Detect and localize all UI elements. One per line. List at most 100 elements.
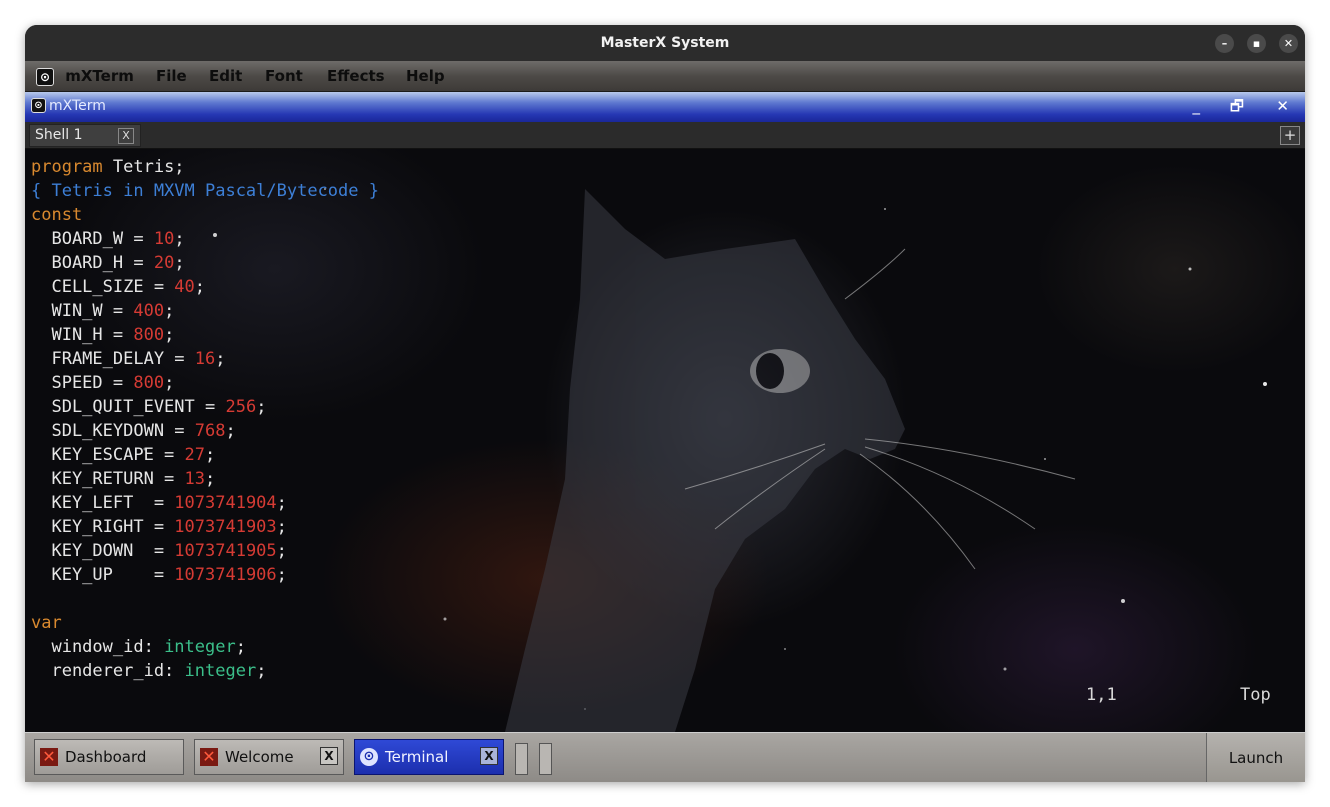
code-token: WIN_W = (31, 301, 134, 321)
code-line: window_id: integer; (31, 635, 379, 659)
code-token: WIN_H = (31, 325, 134, 345)
code-token: ; (225, 421, 236, 441)
maximize-button[interactable]: ▪ (1247, 34, 1266, 53)
code-token: SDL_KEYDOWN = (31, 421, 195, 441)
app-menu-label: mXTerm (65, 67, 134, 85)
taskbar: ✕ Dashboard ✕ Welcome X ⊙ Terminal X Lau… (25, 732, 1305, 782)
taskbar-slot[interactable] (539, 743, 552, 775)
tab-bar: Shell 1 X + (25, 122, 1305, 149)
app-menu[interactable]: ⊙ mXTerm (36, 61, 134, 91)
code-token: ; (164, 325, 175, 345)
code-token: integer (164, 637, 236, 657)
code-line: WIN_W = 400; (31, 299, 379, 323)
menu-file[interactable]: File (156, 61, 187, 91)
window-titlebar[interactable]: MasterX System – ▪ ✕ (25, 25, 1305, 61)
code-line: BOARD_H = 20; (31, 251, 379, 275)
terminal-minimize-button[interactable]: _ (1193, 92, 1201, 120)
terminal-icon: ⊙ (360, 748, 378, 766)
code-token: KEY_LEFT = (31, 493, 175, 513)
terminal-close-button[interactable]: ✕ (1276, 92, 1289, 120)
code-token: KEY_RETURN = (31, 469, 185, 489)
menu-font[interactable]: Font (265, 61, 303, 91)
code-token: SDL_QUIT_EVENT = (31, 397, 226, 417)
code-token: ; (174, 229, 185, 249)
code-token: 10 (153, 229, 175, 249)
task-button-welcome[interactable]: ✕ Welcome X (194, 739, 344, 775)
code-line: CELL_SIZE = 40; (31, 275, 379, 299)
code-token: ; (164, 373, 175, 393)
code-line: SDL_KEYDOWN = 768; (31, 419, 379, 443)
code-token: var (31, 613, 62, 633)
terminal-titlebar[interactable]: ⊙ mXTerm _ 🗗 ✕ (25, 92, 1305, 122)
code-line: SPEED = 800; (31, 371, 379, 395)
scroll-indicator: Top (1240, 685, 1271, 705)
code-token: KEY_RIGHT = (31, 517, 175, 537)
terminal-title: mXTerm (49, 98, 106, 114)
code-token: KEY_ESCAPE = (31, 445, 185, 465)
code-token: { Tetris in MXVM Pascal/Bytecode } (31, 181, 379, 201)
terminal-view[interactable]: program Tetris;{ Tetris in MXVM Pascal/B… (25, 149, 1305, 732)
task-label: Terminal (385, 748, 449, 766)
code-editor[interactable]: program Tetris;{ Tetris in MXVM Pascal/B… (31, 155, 379, 683)
code-token: ; (276, 493, 287, 513)
code-token: CELL_SIZE = (31, 277, 175, 297)
code-token: const (31, 205, 83, 225)
code-token: ; (174, 253, 185, 273)
code-token: 768 (194, 421, 226, 441)
code-token: 256 (225, 397, 257, 417)
code-line: const (31, 203, 379, 227)
code-line: program Tetris; (31, 155, 379, 179)
code-token: ; (256, 397, 267, 417)
code-line: KEY_LEFT = 1073741904; (31, 491, 379, 515)
mxterm-icon: ⊙ (36, 68, 54, 86)
code-token: 1073741906 (174, 565, 277, 585)
code-line: BOARD_W = 10; (31, 227, 379, 251)
app-window: MasterX System – ▪ ✕ ⊙ mXTerm File Edit … (25, 25, 1305, 782)
code-token: 27 (184, 445, 206, 465)
mxterm-icon: ⊙ (31, 98, 46, 113)
task-close-button[interactable]: X (320, 747, 338, 765)
window-title: MasterX System (600, 35, 730, 51)
code-token: ; (256, 661, 267, 681)
task-button-terminal[interactable]: ⊙ Terminal X (354, 739, 504, 775)
tab-close-button[interactable]: X (118, 128, 134, 144)
code-line: WIN_H = 800; (31, 323, 379, 347)
code-token: 40 (174, 277, 195, 297)
code-token: ; (235, 637, 246, 657)
code-token: KEY_DOWN = (31, 541, 175, 561)
code-token: BOARD_H = (31, 253, 154, 273)
code-token: ; (205, 445, 216, 465)
code-token: 800 (133, 373, 165, 393)
task-label: Dashboard (65, 748, 147, 766)
menu-help[interactable]: Help (406, 61, 445, 91)
code-line: KEY_DOWN = 1073741905; (31, 539, 379, 563)
x-app-icon: ✕ (200, 748, 218, 766)
close-button[interactable]: ✕ (1279, 34, 1298, 53)
launch-button[interactable]: Launch (1206, 733, 1305, 782)
code-token: ; (215, 349, 226, 369)
menu-edit[interactable]: Edit (209, 61, 242, 91)
cat-silhouette (505, 189, 905, 732)
menu-effects[interactable]: Effects (327, 61, 385, 91)
code-token: KEY_UP = (31, 565, 175, 585)
code-token: ; (164, 301, 175, 321)
code-token: FRAME_DELAY = (31, 349, 195, 369)
task-close-button[interactable]: X (480, 747, 498, 765)
add-tab-button[interactable]: + (1280, 126, 1300, 145)
code-token: window_id: (31, 637, 165, 657)
tab-shell-1[interactable]: Shell 1 X (29, 124, 141, 147)
code-line: { Tetris in MXVM Pascal/Bytecode } (31, 179, 379, 203)
code-line: KEY_RETURN = 13; (31, 467, 379, 491)
task-label: Welcome (225, 748, 294, 766)
taskbar-slot[interactable] (515, 743, 528, 775)
code-token: renderer_id: (31, 661, 185, 681)
code-line: FRAME_DELAY = 16; (31, 347, 379, 371)
terminal-restore-button[interactable]: 🗗 (1230, 92, 1244, 120)
code-line: KEY_UP = 1073741906; (31, 563, 379, 587)
code-token: 20 (153, 253, 175, 273)
code-token: 1073741905 (174, 541, 277, 561)
minimize-button[interactable]: – (1215, 34, 1234, 53)
code-token: ; (205, 469, 216, 489)
task-button-dashboard[interactable]: ✕ Dashboard (34, 739, 184, 775)
